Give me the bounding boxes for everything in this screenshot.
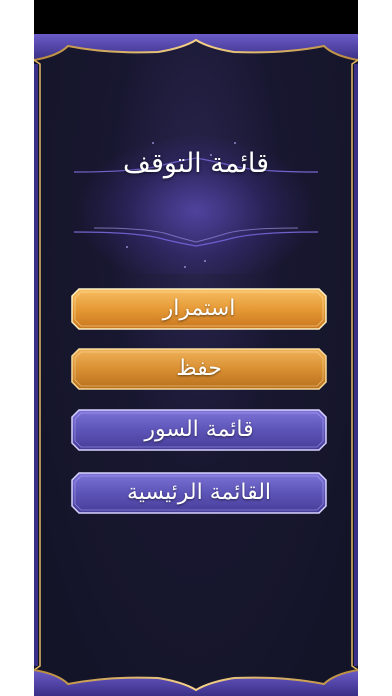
sparkle — [234, 142, 236, 144]
save-button-label: حفظ — [176, 356, 222, 381]
main-menu-button-label: القائمة الرئيسية — [126, 480, 272, 505]
save-button[interactable]: حفظ — [71, 348, 327, 390]
surah-list-button[interactable]: قائمة السور — [71, 409, 327, 451]
sparkle — [204, 260, 206, 262]
surah-list-button-label: قائمة السور — [144, 417, 254, 442]
pause-menu-title: قائمة التوقف — [123, 148, 269, 179]
continue-button[interactable]: استمرار — [71, 288, 327, 330]
sparkle — [126, 246, 128, 248]
sparkle — [184, 266, 186, 268]
main-menu-button[interactable]: القائمة الرئيسية — [71, 472, 327, 514]
continue-button-label: استمرار — [162, 296, 236, 321]
status-bar — [34, 0, 358, 34]
sparkle — [152, 142, 154, 144]
